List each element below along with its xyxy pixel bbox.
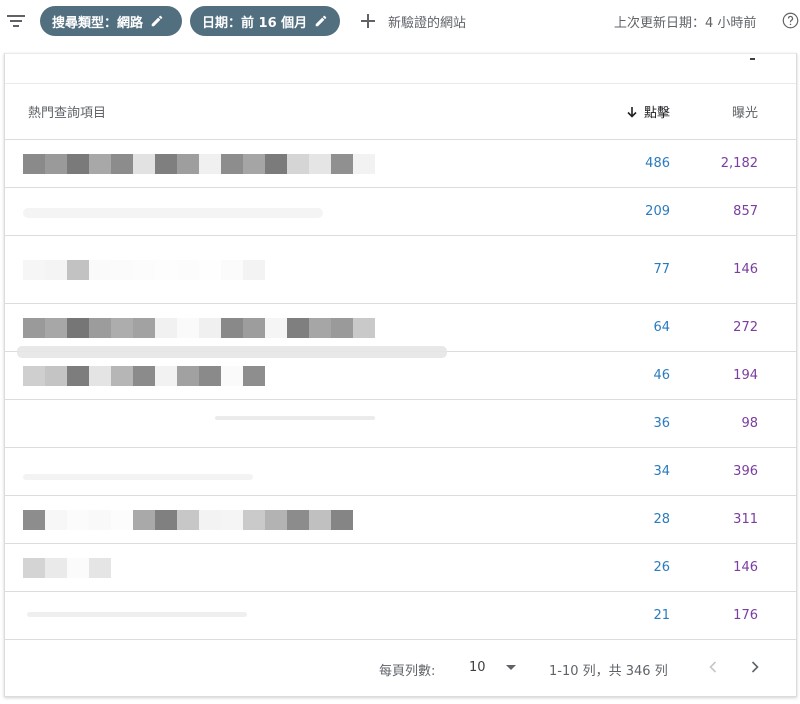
chevron-right-icon[interactable] [745,657,765,677]
impressions-cell: 146 [688,543,796,592]
impressions-cell: 311 [688,495,796,544]
impressions-cell: 272 [688,303,796,352]
rows-per-page-select[interactable]: 10 [469,660,516,675]
rows-per-page-label: 每頁列數: [379,664,436,679]
impressions-cell: 176 [688,591,796,640]
plus-icon [361,14,375,28]
query-cell-redacted [5,447,568,496]
queries-table: 熱門查詢項目 點擊 曝光 486 2,182 209 857 77 146 64… [5,83,796,640]
redacted-text [23,474,253,480]
redacted-text [23,153,375,174]
table-row[interactable]: 34 396 [5,447,796,496]
clicks-cell: 36 [568,399,688,448]
impressions-cell: 194 [688,351,796,400]
edit-icon [151,15,163,27]
divider [750,58,755,60]
query-cell-redacted [5,543,568,592]
redacted-text [23,557,111,578]
redacted-text [23,208,323,218]
redacted-text [27,612,247,617]
clicks-cell: 21 [568,591,688,640]
sort-descending-icon [627,107,637,118]
filter-icon[interactable] [6,13,26,29]
query-cell-redacted [5,351,568,400]
help-icon[interactable] [782,12,799,29]
rows-per-page-value: 10 [469,660,486,675]
search-type-filter-label: 搜尋類型：網路 [52,15,144,31]
table-row[interactable]: 46 194 [5,351,796,400]
last-updated-text: 上次更新日期：4 小時前 [614,16,757,31]
table-row[interactable]: 21 176 [5,591,796,640]
query-cell-redacted [5,139,568,188]
clicks-cell: 46 [568,351,688,400]
dropdown-caret-icon [505,665,516,670]
query-cell-redacted [5,303,568,358]
redacted-text [23,259,265,280]
clicks-cell: 77 [568,235,688,304]
queries-card: 熱門查詢項目 點擊 曝光 486 2,182 209 857 77 146 64… [4,53,797,697]
date-filter-chip[interactable]: 日期：前 16 個月 [190,6,340,36]
clicks-column-header[interactable]: 點擊 [568,83,688,140]
redacted-text [23,509,353,530]
query-cell-redacted [5,187,568,236]
impressions-cell: 98 [688,399,796,448]
table-row[interactable]: 26 146 [5,543,796,592]
clicks-cell: 64 [568,303,688,352]
filter-bar: 搜尋類型：網路 日期：前 16 個月 新驗證的網站 上次更新日期：4 小時前 [0,0,800,44]
impressions-cell: 2,182 [688,139,796,188]
clicks-cell: 209 [568,187,688,236]
table-row[interactable]: 486 2,182 [5,139,796,188]
impressions-column-header[interactable]: 曝光 [688,83,796,140]
table-row[interactable]: 28 311 [5,495,796,544]
query-cell-redacted [5,235,568,304]
page-range-text: 1-10 列，共 346 列 [549,664,668,679]
table-row[interactable]: 77 146 [5,235,796,304]
impressions-cell: 396 [688,447,796,496]
clicks-cell: 486 [568,139,688,188]
search-type-filter-chip[interactable]: 搜尋類型：網路 [40,6,182,36]
chevron-left-icon[interactable] [703,657,723,677]
clicks-cell: 26 [568,543,688,592]
query-cell-redacted [5,399,568,448]
table-row[interactable]: 209 857 [5,187,796,236]
clicks-header-label: 點擊 [643,106,670,121]
divider [5,53,796,54]
query-cell-redacted [5,591,568,640]
redacted-text [23,365,265,386]
query-cell-redacted [5,495,568,544]
impressions-cell: 857 [688,187,796,236]
clicks-cell: 28 [568,495,688,544]
query-column-header: 熱門查詢項目 [5,83,568,140]
redacted-text [23,317,375,338]
impressions-cell: 146 [688,235,796,304]
clicks-cell: 34 [568,447,688,496]
date-filter-label: 日期：前 16 個月 [202,15,308,31]
add-verified-site-button[interactable]: 新驗證的網站 [358,10,466,32]
edit-icon [315,15,327,27]
redacted-text [215,416,375,420]
pagination-bar: 每頁列數: 10 1-10 列，共 346 列 [5,651,796,691]
table-row[interactable]: 36 98 [5,399,796,448]
table-row[interactable]: 64 272 [5,303,796,358]
add-verified-site-label: 新驗證的網站 [388,15,467,31]
table-header-row: 熱門查詢項目 點擊 曝光 [5,83,796,140]
